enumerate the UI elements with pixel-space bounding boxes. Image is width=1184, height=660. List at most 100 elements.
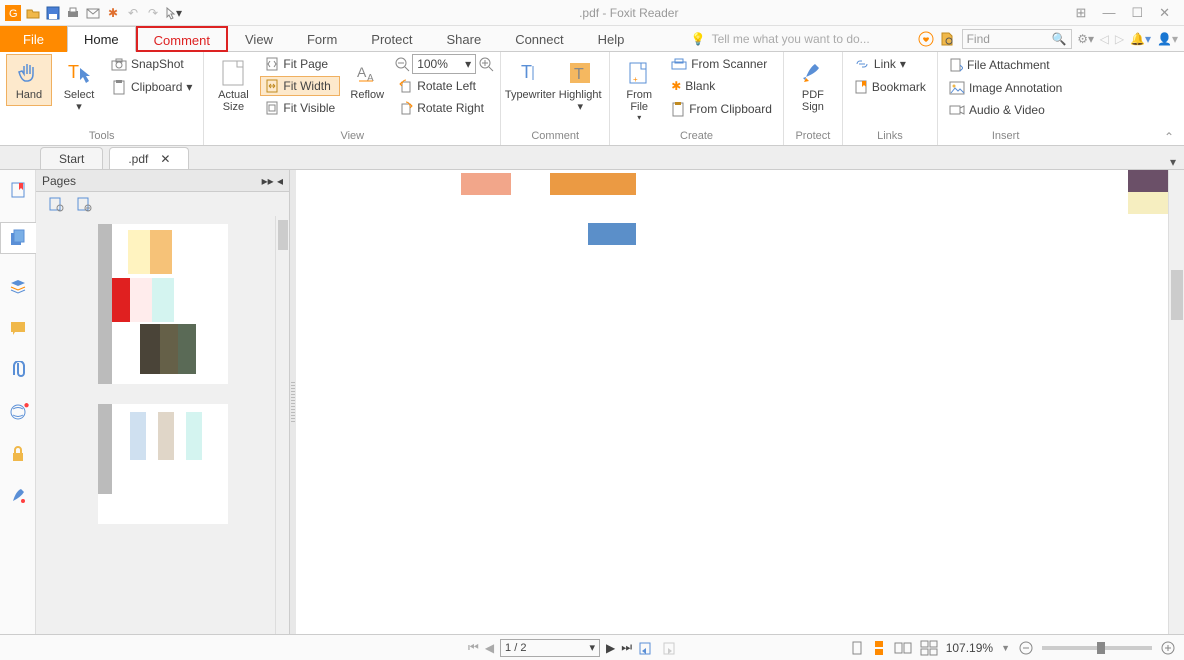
tab-comment[interactable]: Comment: [136, 26, 228, 52]
search-icon[interactable]: 🔍: [1052, 32, 1067, 46]
fit-visible-button[interactable]: Fit Visible: [260, 98, 340, 118]
last-page-icon[interactable]: ⏭: [621, 640, 632, 655]
doctab-start[interactable]: Start: [40, 147, 103, 169]
clipboard-button[interactable]: Clipboard ▾: [106, 76, 197, 98]
pdf-sign-button[interactable]: PDF Sign: [790, 54, 836, 118]
shrink-thumb-icon[interactable]: [76, 196, 92, 212]
tellme-input[interactable]: Tell me what you want to do...: [712, 32, 912, 46]
thumb-scrollbar[interactable]: [275, 216, 289, 634]
rotate-left-button[interactable]: Rotate Left: [394, 76, 494, 96]
close-icon[interactable]: ✕: [1159, 5, 1170, 21]
file-attachment-label: File Attachment: [967, 58, 1050, 72]
group-insert: File Attachment Image Annotation Audio &…: [938, 52, 1073, 145]
fit-page-button[interactable]: Fit Page: [260, 54, 340, 74]
zoom-slider[interactable]: [1042, 646, 1152, 650]
tab-protect[interactable]: Protect: [354, 26, 429, 52]
connect-icon[interactable]: ●: [8, 402, 28, 422]
panel-options-icon[interactable]: ▸▸: [262, 174, 274, 188]
tab-home[interactable]: Home: [67, 26, 136, 52]
link-button[interactable]: Link ▾: [849, 54, 931, 74]
file-attachment-button[interactable]: File Attachment: [944, 54, 1067, 76]
highlight-button[interactable]: T Highlight▾: [557, 54, 603, 118]
email-icon[interactable]: [84, 4, 102, 22]
tab-view[interactable]: View: [228, 26, 290, 52]
save-icon[interactable]: [44, 4, 62, 22]
prev-result-icon[interactable]: ◁: [1100, 32, 1109, 46]
attachments-icon[interactable]: [8, 360, 28, 380]
select-button[interactable]: T Select▾: [56, 54, 102, 118]
doctab-current[interactable]: .pdf✕: [109, 147, 189, 169]
zoom-dropdown-icon[interactable]: ▼: [1001, 643, 1010, 653]
document-canvas[interactable]: [296, 170, 1168, 634]
fit-width-button[interactable]: Fit Width: [260, 76, 340, 96]
ribbon-mode-icon[interactable]: ⊞: [1076, 5, 1087, 21]
from-file-button[interactable]: + From File ▾: [616, 54, 662, 127]
zoom-out-status-icon[interactable]: [1018, 640, 1034, 656]
continuous-facing-icon[interactable]: [920, 640, 938, 656]
open-icon[interactable]: [24, 4, 42, 22]
prev-page-icon[interactable]: ◀: [485, 641, 494, 655]
nav-back-icon[interactable]: [638, 640, 654, 656]
page-input[interactable]: 1 / 2▾: [500, 639, 600, 657]
tab-form[interactable]: Form: [290, 26, 354, 52]
signatures-icon[interactable]: [8, 486, 28, 506]
tab-share[interactable]: Share: [429, 26, 498, 52]
pointer-dropdown-icon[interactable]: ▾: [164, 4, 182, 22]
zoom-input[interactable]: 100%▾: [412, 54, 476, 74]
redo-icon[interactable]: ↷: [144, 4, 162, 22]
new-icon[interactable]: ✱: [104, 4, 122, 22]
zoom-out-icon[interactable]: [394, 56, 410, 72]
bell-icon[interactable]: 🔔▾: [1130, 32, 1151, 46]
panel-collapse-icon[interactable]: ◂: [277, 174, 283, 188]
single-page-icon[interactable]: [850, 640, 864, 656]
gear-icon[interactable]: ⚙▾: [1078, 31, 1094, 47]
snapshot-button[interactable]: SnapShot: [106, 54, 197, 74]
blank-button[interactable]: ✱Blank: [666, 76, 777, 96]
left-sidebar: ●: [0, 170, 36, 634]
document-tabs: Start .pdf✕ ▾: [0, 146, 1184, 170]
security-icon[interactable]: [8, 444, 28, 464]
group-protect-label: Protect: [790, 128, 836, 145]
continuous-icon[interactable]: [872, 640, 886, 656]
zoom-in-status-icon[interactable]: [1160, 640, 1176, 656]
zoom-in-icon[interactable]: [478, 56, 494, 72]
next-page-icon[interactable]: ▶: [606, 641, 615, 655]
expand-thumb-icon[interactable]: [48, 196, 64, 212]
hand-button[interactable]: Hand: [6, 54, 52, 106]
image-annotation-button[interactable]: Image Annotation: [944, 78, 1067, 98]
search-file-icon[interactable]: [940, 31, 956, 47]
vertical-scrollbar[interactable]: [1168, 170, 1184, 634]
undo-icon[interactable]: ↶: [124, 4, 142, 22]
minimize-icon[interactable]: —: [1102, 5, 1115, 21]
typewriter-button[interactable]: T Typewriter: [507, 54, 553, 106]
doctabs-menu-icon[interactable]: ▾: [1170, 155, 1184, 169]
thumbnail-2[interactable]: [98, 404, 228, 524]
tab-connect[interactable]: Connect: [498, 26, 580, 52]
bookmarks-icon[interactable]: [8, 180, 28, 200]
comments-icon[interactable]: [8, 318, 28, 338]
from-scanner-button[interactable]: From Scanner: [666, 54, 777, 74]
bookmark-button[interactable]: Bookmark: [849, 76, 931, 98]
find-input[interactable]: Find🔍: [962, 29, 1072, 49]
layers-icon[interactable]: [8, 276, 28, 296]
facing-icon[interactable]: [894, 640, 912, 656]
tab-file[interactable]: File: [0, 26, 67, 52]
ribbon-collapse-icon[interactable]: ⌃: [1164, 130, 1174, 144]
first-page-icon[interactable]: ⏮: [468, 640, 479, 655]
reflow-button[interactable]: AA Reflow: [344, 54, 390, 106]
next-result-icon[interactable]: ▷: [1115, 32, 1124, 46]
actual-size-button[interactable]: Actual Size: [210, 54, 256, 118]
from-clipboard-button[interactable]: From Clipboard: [666, 98, 777, 120]
pages-icon[interactable]: [0, 222, 36, 254]
print-icon[interactable]: [64, 4, 82, 22]
rotate-right-button[interactable]: Rotate Right: [394, 98, 494, 118]
highlight-icon: T: [566, 59, 594, 87]
tab-help[interactable]: Help: [581, 26, 642, 52]
nav-forward-icon[interactable]: [660, 640, 676, 656]
thumbnail-1[interactable]: [98, 224, 228, 384]
tab-close-icon[interactable]: ✕: [160, 152, 170, 166]
audio-video-button[interactable]: Audio & Video: [944, 100, 1067, 120]
heart-icon[interactable]: [918, 31, 934, 47]
user-icon[interactable]: 👤▾: [1157, 32, 1178, 46]
maximize-icon[interactable]: ☐: [1131, 5, 1143, 21]
